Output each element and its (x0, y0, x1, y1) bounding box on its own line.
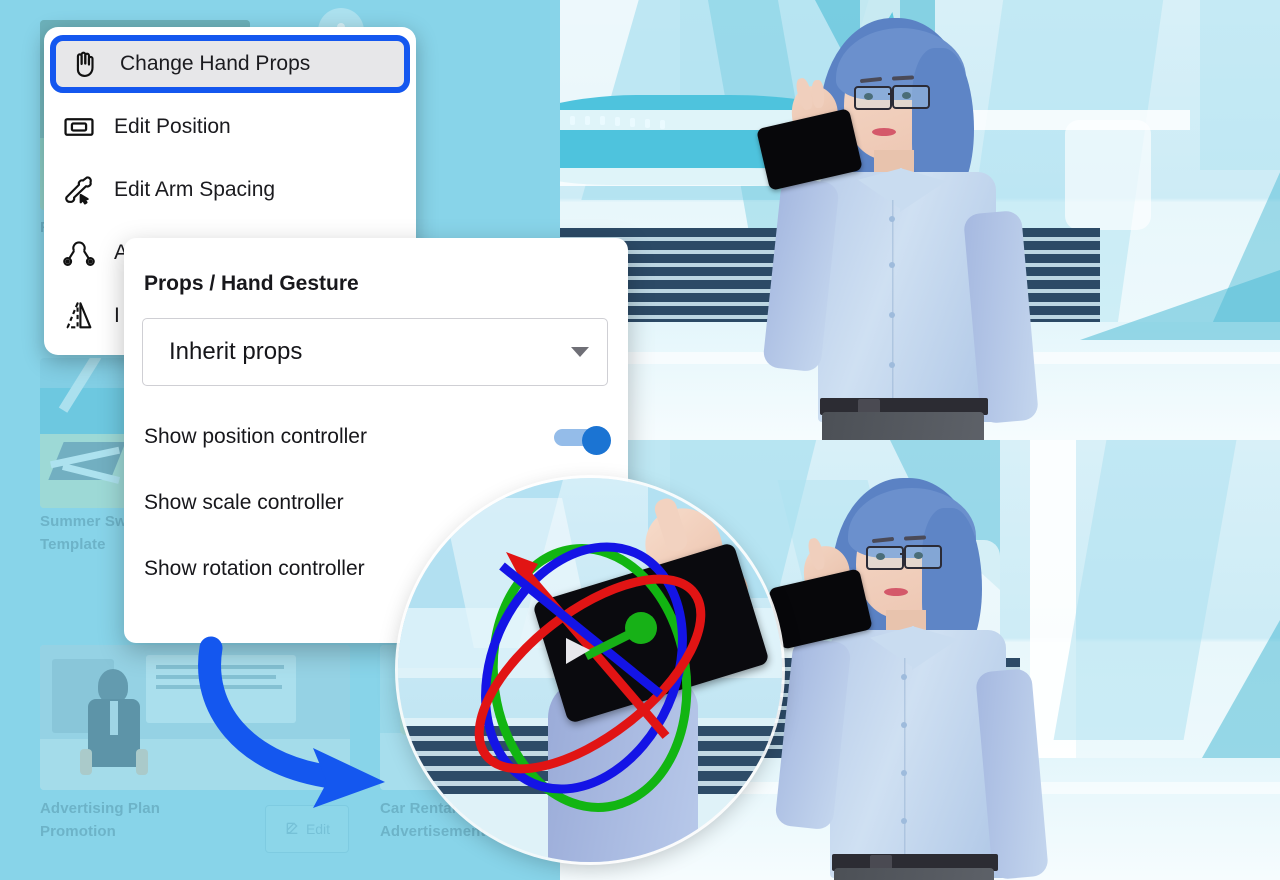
menu-item-edit-position[interactable]: Edit Position (44, 95, 416, 158)
avatar-glasses-bridge (888, 93, 894, 95)
rectangle-frame-icon (58, 107, 100, 147)
switch-knob (582, 426, 611, 455)
props-select-dropdown[interactable]: Inherit props (142, 318, 608, 386)
toggle-label: Show position controller (144, 425, 367, 448)
airplane-window (600, 116, 605, 125)
airplane-window (645, 119, 650, 128)
menu-item-label: I (114, 303, 120, 327)
advertising-plan-thumb (40, 645, 350, 790)
airplane-window (570, 116, 575, 125)
template-edit-button[interactable]: Edit (265, 805, 349, 853)
rotation-gizmo[interactable] (398, 478, 782, 862)
bg-shard (1200, 0, 1280, 170)
menu-item-label: Edit Arm Spacing (114, 177, 276, 201)
airplane-window (585, 116, 590, 125)
avatar-lips (872, 128, 896, 136)
avatar-glasses-left (866, 546, 904, 570)
menu-item-change-hand-props[interactable]: Change Hand Props (50, 35, 410, 93)
avatar-shirt-button (901, 722, 907, 728)
avatar-torso (830, 630, 1006, 878)
rotation-gizmo-magnifier (398, 478, 782, 862)
avatar-pants (822, 412, 984, 440)
props-select-value: Inherit props (169, 338, 303, 365)
toggle-row-position-controller[interactable]: Show position controller (144, 420, 612, 455)
avatar-finger (811, 79, 825, 109)
avatar-shirt-button (889, 216, 895, 222)
avatar-eye (876, 553, 885, 560)
avatar-shirt-button (901, 674, 907, 680)
avatar-shirt-button (889, 362, 895, 368)
airplane-window (615, 117, 620, 126)
airplane-window (660, 120, 665, 129)
avatar-shirt-button (889, 262, 895, 268)
template-card[interactable]: Advertising Plan Promotion Edit (40, 645, 350, 855)
avatar-character-top[interactable] (740, 0, 1100, 440)
show-position-controller-switch[interactable] (554, 426, 612, 455)
bone-cursor-icon (58, 170, 100, 210)
avatar-glasses-left (854, 86, 892, 110)
gizmo-center-handle (625, 612, 657, 644)
open-hand-icon (64, 44, 106, 84)
avatar-shirt-placket (892, 200, 895, 422)
menu-item-edit-arm-spacing[interactable]: Edit Arm Spacing (44, 158, 416, 221)
menu-item-label: Change Hand Props (120, 52, 311, 75)
avatar-shirt-button (901, 770, 907, 776)
avatar-eye (914, 552, 923, 559)
template-edit-label: Edit (305, 821, 331, 837)
menu-item-label: Edit Position (114, 114, 231, 138)
app-root: Fantasy Monster Summer Swimsuit Template (0, 0, 1280, 880)
avatar-eye (864, 93, 873, 100)
magnifier-content (398, 478, 782, 862)
avatar-lips (884, 588, 908, 596)
avatar-glasses-bridge (900, 553, 906, 555)
avatar-shirt-button (901, 818, 907, 824)
template-thumbnail (40, 645, 350, 790)
template-title: Advertising Plan Promotion (40, 800, 160, 841)
panel-title: Props / Hand Gesture (144, 272, 359, 295)
avatar-pants (834, 868, 994, 880)
pencil-square-icon (284, 820, 300, 839)
chevron-down-icon (571, 347, 589, 357)
avatar-shirt-button (889, 312, 895, 318)
avatar-glasses-right (892, 85, 930, 109)
viewport-preview-top (560, 0, 1280, 440)
head-joints-icon (58, 233, 100, 273)
avatar-eye (902, 92, 911, 99)
mirror-triangle-icon (58, 296, 100, 336)
avatar-character-bottom[interactable] (750, 450, 1110, 880)
avatar-shirt-placket (904, 658, 907, 878)
avatar-glasses-right (904, 545, 942, 569)
airplane-window (630, 118, 635, 127)
